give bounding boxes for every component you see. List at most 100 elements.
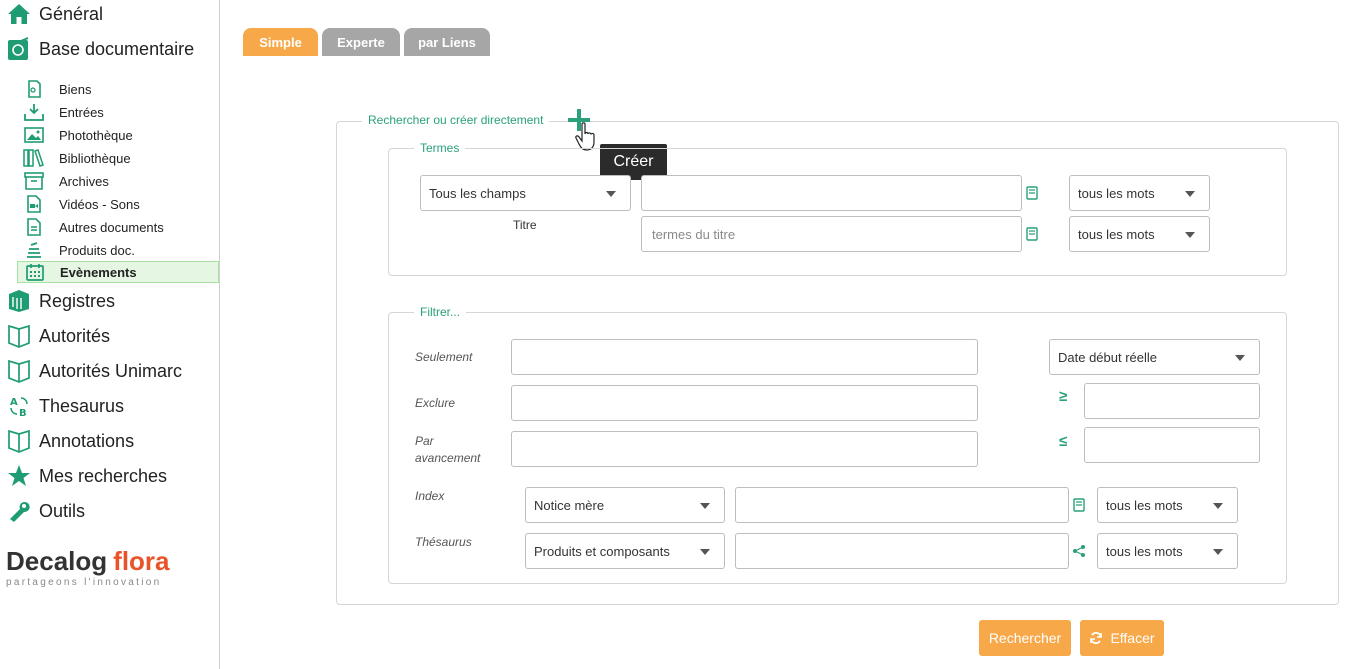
chevron-down-icon xyxy=(1213,549,1223,555)
sidebar-item-outils[interactable]: Outils xyxy=(0,495,218,527)
lte-symbol: ≤ xyxy=(1059,433,1068,450)
chevron-down-icon xyxy=(1235,355,1245,361)
inbox-download-icon xyxy=(23,102,45,122)
sidebar-item-label: Photothèque xyxy=(59,127,133,143)
svg-text:A: A xyxy=(10,397,18,408)
field-select-value: Tous les champs xyxy=(429,185,526,201)
decalog-flora-logo: Decalog flora partageons l'innovation xyxy=(6,546,170,588)
registers-icon xyxy=(6,288,32,314)
sidebar-item-bibliotheque[interactable]: Bibliothèque xyxy=(17,147,219,169)
filtrer-legend: Filtrer... xyxy=(414,305,467,319)
share-tree-icon[interactable] xyxy=(1072,544,1086,558)
book-list-icon[interactable] xyxy=(1072,498,1086,512)
sidebar-item-label: Registres xyxy=(39,290,116,311)
home-icon xyxy=(6,1,32,27)
sidebar-item-label: Autres documents xyxy=(59,219,164,235)
chevron-down-icon xyxy=(700,549,710,555)
thesaurus-select[interactable]: Produits et composants xyxy=(525,533,725,569)
tab-simple[interactable]: Simple xyxy=(243,28,318,56)
sidebar-item-thesaurus[interactable]: AB Thesaurus xyxy=(0,390,218,422)
clear-button-label: Effacer xyxy=(1110,630,1155,646)
wrench-icon xyxy=(6,498,32,524)
chevron-down-icon xyxy=(1185,191,1195,197)
search-button[interactable]: Rechercher xyxy=(979,620,1071,656)
search-panel-legend: Rechercher ou créer directement xyxy=(362,113,550,127)
sidebar-item-label: Archives xyxy=(59,173,109,189)
sidebar-item-produits-doc[interactable]: Produits doc. xyxy=(17,239,219,261)
titre-input[interactable]: termes du titre xyxy=(641,216,1022,252)
sidebar-item-label: Produits doc. xyxy=(59,242,135,258)
sidebar-item-evenements[interactable]: Evènements xyxy=(17,261,219,283)
clear-button[interactable]: Effacer xyxy=(1080,620,1164,656)
sidebar: Général Base documentaire Biens Entrées … xyxy=(0,0,220,669)
refresh-icon xyxy=(1089,631,1103,645)
sidebar-item-registres[interactable]: Registres xyxy=(0,285,218,317)
sidebar-item-label: Annotations xyxy=(39,430,135,451)
date-from-input[interactable] xyxy=(1084,383,1260,419)
sidebar-item-autorites-unimarc[interactable]: Autorités Unimarc xyxy=(0,355,218,387)
sidebar-item-label: Autorités xyxy=(39,325,111,346)
titre-mode-value: tous les mots xyxy=(1078,226,1155,242)
sidebar-item-phototheque[interactable]: Photothèque xyxy=(17,124,219,146)
chevron-down-icon xyxy=(700,503,710,509)
chevron-down-icon xyxy=(1213,503,1223,509)
sidebar-item-label: Entrées xyxy=(59,104,104,120)
titre-mode-select[interactable]: tous les mots xyxy=(1069,216,1210,252)
seulement-label: Seulement xyxy=(415,350,473,364)
sidebar-item-annotations[interactable]: Annotations xyxy=(0,425,218,457)
par-avancement-input[interactable] xyxy=(511,431,978,467)
thesaurus-mode-value: tous les mots xyxy=(1106,543,1183,559)
index-select-value: Notice mère xyxy=(534,497,605,513)
terms-mode-select[interactable]: tous les mots xyxy=(1069,175,1210,211)
sidebar-item-label: Autorités Unimarc xyxy=(39,360,183,381)
chevron-down-icon xyxy=(606,191,616,197)
gte-symbol: ≥ xyxy=(1059,388,1068,405)
date-select[interactable]: Date début réelle xyxy=(1049,339,1260,375)
stack-icon xyxy=(23,240,45,260)
sidebar-item-biens[interactable]: Biens xyxy=(17,78,219,100)
exclure-input[interactable] xyxy=(511,385,978,421)
logo-brand-decalog: Decalog xyxy=(6,546,108,576)
terms-input[interactable] xyxy=(641,175,1022,211)
thesaurus-mode-select[interactable]: tous les mots xyxy=(1097,533,1238,569)
book-list-icon[interactable] xyxy=(1025,227,1039,241)
sidebar-item-label: Vidéos - Sons xyxy=(59,196,140,212)
date-to-input[interactable] xyxy=(1084,427,1260,463)
sidebar-item-label: Général xyxy=(39,3,104,24)
sidebar-item-label: Bibliothèque xyxy=(59,150,131,166)
document-icon xyxy=(23,79,45,99)
sidebar-item-autres-documents[interactable]: Autres documents xyxy=(17,216,219,238)
open-book-icon xyxy=(6,428,32,454)
par-avancement-label: Par avancement xyxy=(415,434,481,465)
calendar-icon xyxy=(24,262,46,282)
index-label: Index xyxy=(415,489,445,503)
tab-par-liens[interactable]: par Liens xyxy=(404,28,490,56)
index-select[interactable]: Notice mère xyxy=(525,487,725,523)
field-select[interactable]: Tous les champs xyxy=(420,175,631,211)
sidebar-item-base-documentaire[interactable]: Base documentaire xyxy=(0,33,218,65)
file-text-icon xyxy=(23,217,45,237)
termes-legend: Termes xyxy=(414,141,466,155)
sidebar-item-label: Outils xyxy=(39,500,86,521)
open-book-icon xyxy=(6,323,32,349)
sidebar-item-general[interactable]: Général xyxy=(0,0,218,30)
sidebar-item-autorites[interactable]: Autorités xyxy=(0,320,218,352)
book-list-icon[interactable] xyxy=(1025,186,1039,200)
sidebar-item-label: Thesaurus xyxy=(39,395,125,416)
tab-experte[interactable]: Experte xyxy=(322,28,400,56)
sidebar-item-videos-sons[interactable]: Vidéos - Sons xyxy=(17,193,219,215)
logo-brand-flora: flora xyxy=(113,546,170,576)
index-mode-select[interactable]: tous les mots xyxy=(1097,487,1238,523)
seulement-input[interactable] xyxy=(511,339,978,375)
thesaurus-label: Thésaurus xyxy=(415,535,472,549)
index-mode-value: tous les mots xyxy=(1106,497,1183,513)
titre-label: Titre xyxy=(513,218,537,232)
logo-tagline: partageons l'innovation xyxy=(6,577,162,588)
sidebar-item-mes-recherches[interactable]: Mes recherches xyxy=(0,460,218,492)
thesaurus-input[interactable] xyxy=(735,533,1069,569)
index-input[interactable] xyxy=(735,487,1069,523)
sidebar-item-entrees[interactable]: Entrées xyxy=(17,101,219,123)
books-icon xyxy=(23,148,45,168)
sidebar-item-archives[interactable]: Archives xyxy=(17,170,219,192)
photo-icon xyxy=(23,125,45,145)
